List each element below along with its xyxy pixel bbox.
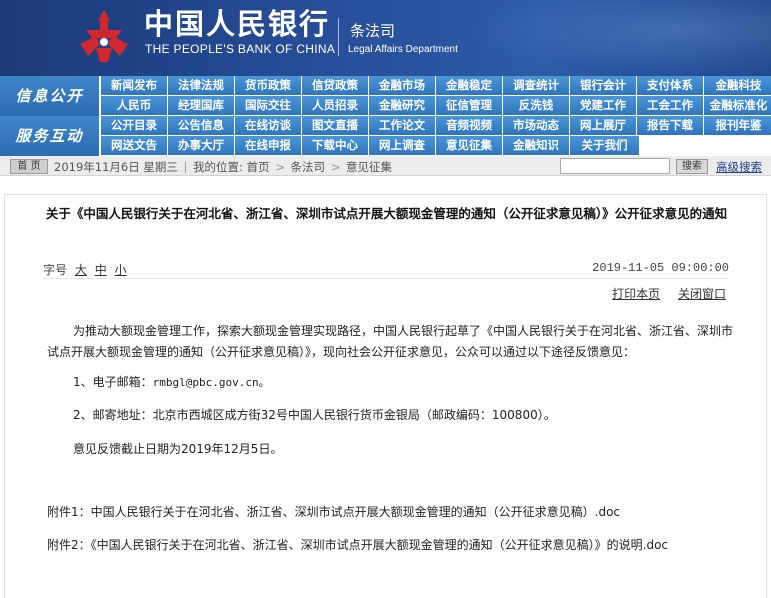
breadcrumb-department[interactable]: 条法司	[291, 160, 326, 174]
attachment-1-link[interactable]: 附件1：中国人民银行关于在河北省、浙江省、深圳市试点开展大额现金管理的通知（公开…	[47, 502, 737, 523]
article-meta: 字号 大 中 小 2019-11-05 09:00:00	[43, 261, 729, 279]
banner-glow	[470, 0, 771, 76]
attachment-2-link[interactable]: 附件2：《中国人民银行关于在河北省、浙江省、深圳市试点开展大额现金管理的通知（公…	[47, 535, 737, 556]
close-window-link[interactable]: 关闭窗口	[678, 287, 726, 301]
article-title: 关于《中国人民银行关于在河北省、浙江省、深圳市试点开展大额现金管理的通知（公开征…	[45, 206, 728, 221]
nav-item-media[interactable]: 音频视频	[436, 116, 502, 135]
search-input[interactable]	[560, 158, 670, 174]
nav-item-treasury[interactable]: 经理国库	[168, 96, 234, 115]
mail-address-line: 2、邮寄地址：北京市西城区成方街32号中国人民银行货币金银局（邮政编码：1008…	[73, 408, 556, 422]
nav-item-service-hall[interactable]: 办事大厅	[168, 136, 234, 155]
nav-item-credit-policy[interactable]: 信贷政策	[302, 76, 368, 95]
email-address: rmbgl@pbc.gov.cn。	[152, 376, 270, 389]
nav-item-anti-money-laundering[interactable]: 反洗钱	[503, 96, 569, 115]
nav-item-about-us[interactable]: 关于我们	[570, 136, 639, 155]
nav-item-research[interactable]: 金融研究	[369, 96, 435, 115]
nav-item-laws[interactable]: 法律法规	[168, 76, 234, 95]
nav-item-statistics[interactable]: 调查统计	[503, 76, 569, 95]
nav-item-financial-stability[interactable]: 金融稳定	[436, 76, 502, 95]
nav-group-label: 服务互动	[0, 116, 99, 156]
home-button[interactable]: 首 页	[10, 159, 48, 174]
font-size-medium[interactable]: 中	[95, 263, 107, 277]
separator: |	[183, 160, 188, 174]
nav-item-news[interactable]: 新闻发布	[101, 76, 167, 95]
brand-english-name: THE PEOPLE'S BANK OF CHINA	[145, 42, 336, 56]
pboc-emblem-icon	[80, 10, 128, 62]
nav-item-online-filing[interactable]: 在线申报	[235, 136, 301, 155]
nav-item-live[interactable]: 图文直播	[302, 116, 368, 135]
font-size-selector: 字号 大 中 小	[43, 261, 127, 278]
nav-item-financial-market[interactable]: 金融市场	[369, 76, 435, 95]
breadcrumb-opinion-collection[interactable]: 意见征集	[346, 160, 392, 174]
article-actions: 打印本页 关闭窗口	[598, 285, 726, 302]
intro-paragraph: 为推动大额现金管理工作，探索大额现金管理实现路径，中国人民银行起草了《中国人民银…	[47, 324, 734, 359]
nav-item-standardization[interactable]: 金融标准化	[704, 96, 771, 115]
deadline-line: 意见反馈截止日期为2019年12月5日。	[73, 442, 283, 456]
nav-item-financial-knowledge[interactable]: 金融知识	[503, 136, 569, 155]
department-chinese-name: 条法司	[350, 22, 396, 40]
nav-item-accounting[interactable]: 银行会计	[570, 76, 636, 95]
site-banner: 中国人民银行 THE PEOPLE'S BANK OF CHINA 条法司 Le…	[0, 0, 771, 76]
brand-chinese-name: 中国人民银行	[144, 7, 331, 41]
nav-item-documents[interactable]: 网送文告	[101, 136, 167, 155]
nav-item-downloads[interactable]: 下载中心	[302, 136, 368, 155]
nav-group-information: 信息公开 新闻发布 法律法规 货币政策 信贷政策 金融市场 金融稳定 调查统计 …	[0, 76, 771, 116]
nav-item-rmb[interactable]: 人民币	[101, 96, 167, 115]
nav-item-market-news[interactable]: 市场动态	[503, 116, 569, 135]
nav-item-yearbooks[interactable]: 报刊年鉴	[704, 116, 771, 135]
font-size-large[interactable]: 大	[75, 263, 87, 277]
print-link[interactable]: 打印本页	[612, 287, 660, 301]
nav-row: 新闻发布 法律法规 货币政策 信贷政策 金融市场 金融稳定 调查统计 银行会计 …	[101, 76, 771, 95]
current-date: 2019年11月6日 星期三	[54, 160, 178, 174]
breadcrumb-bar: 首 页 2019年11月6日 星期三 | 我的位置: 首页 > 条法司 > 意见…	[0, 156, 771, 176]
chevron-right-icon: >	[275, 160, 285, 174]
chevron-right-icon: >	[330, 160, 341, 174]
nav-item-reports[interactable]: 报告下载	[637, 116, 703, 135]
nav-item-monetary-policy[interactable]: 货币政策	[235, 76, 301, 95]
breadcrumb-home[interactable]: 首页	[247, 160, 270, 174]
font-size-small[interactable]: 小	[115, 263, 127, 277]
nav-item-opinion-collection[interactable]: 意见征集	[436, 136, 502, 155]
nav-row: 网送文告 办事大厅 在线申报 下载中心 网上调查 意见征集 金融知识 关于我们	[101, 136, 771, 155]
nav-item-fintech[interactable]: 金融科技	[704, 76, 771, 95]
email-label: 1、电子邮箱：	[73, 375, 153, 389]
nav-item-union[interactable]: 工会工作	[637, 96, 703, 115]
email-line: 1、电子邮箱：rmbgl@pbc.gov.cn。	[73, 372, 763, 393]
position-label: 我的位置:	[193, 160, 243, 174]
nav-item-credit-reference[interactable]: 征信管理	[436, 96, 502, 115]
main-navigation: 信息公开 新闻发布 法律法规 货币政策 信贷政策 金融市场 金融稳定 调查统计 …	[0, 76, 771, 156]
nav-item-interviews[interactable]: 在线访谈	[235, 116, 301, 135]
article-container: 关于《中国人民银行关于在河北省、浙江省、深圳市试点开展大额现金管理的通知（公开征…	[4, 194, 767, 598]
nav-item-recruitment[interactable]: 人员招录	[302, 96, 368, 115]
nav-item-party-building[interactable]: 党建工作	[570, 96, 636, 115]
department-english-name: Legal Affairs Department	[348, 44, 458, 55]
nav-item-catalog[interactable]: 公开目录	[101, 116, 167, 135]
nav-item-exhibition[interactable]: 网上展厅	[570, 116, 636, 135]
advanced-search-link[interactable]: 高级搜索	[716, 159, 762, 175]
font-size-label: 字号	[43, 263, 68, 277]
nav-item-working-papers[interactable]: 工作论文	[369, 116, 435, 135]
nav-item-payment-system[interactable]: 支付体系	[637, 76, 703, 95]
nav-group-services: 服务互动 公开目录 公告信息 在线访谈 图文直播 工作论文 音频视频 市场动态 …	[0, 116, 771, 156]
nav-item-announcements[interactable]: 公告信息	[168, 116, 234, 135]
nav-item-survey[interactable]: 网上调查	[369, 136, 435, 155]
publish-time: 2019-11-05 09:00:00	[592, 261, 729, 275]
nav-row: 人民币 经理国库 国际交往 人员招录 金融研究 征信管理 反洗钱 党建工作 工会…	[101, 96, 771, 115]
nav-group-label: 信息公开	[0, 76, 99, 116]
nav-item-international[interactable]: 国际交往	[235, 96, 301, 115]
nav-row: 公开目录 公告信息 在线访谈 图文直播 工作论文 音频视频 市场动态 网上展厅 …	[101, 116, 771, 135]
dept-divider	[338, 18, 339, 56]
search-button[interactable]: 搜索	[676, 159, 708, 174]
breadcrumb: 2019年11月6日 星期三 | 我的位置: 首页 > 条法司 > 意见征集	[54, 159, 392, 175]
